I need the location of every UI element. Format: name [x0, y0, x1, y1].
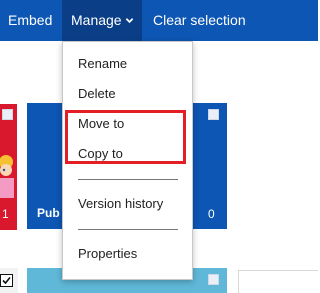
tile-empty[interactable] [238, 270, 318, 293]
manage-button[interactable]: Manage [62, 0, 142, 41]
character-thumbnail [0, 155, 14, 198]
menu-item-properties[interactable]: Properties [78, 244, 137, 264]
tile-label: Pub [37, 206, 60, 220]
checkmark-icon [2, 276, 11, 285]
tile-count: 1 [2, 207, 9, 221]
manage-label: Manage [71, 12, 122, 28]
menu-item-version-history[interactable]: Version history [78, 194, 163, 214]
menu-divider [78, 229, 178, 230]
highlight-box [65, 110, 186, 164]
tile-checkbox[interactable] [2, 109, 13, 120]
embed-button[interactable]: Embed [8, 0, 52, 41]
tile-count: 0 [208, 207, 215, 221]
command-bar: Embed Manage Clear selection [0, 0, 318, 41]
chevron-down-icon [125, 17, 133, 23]
tile-checkbox[interactable] [208, 274, 219, 285]
menu-item-delete[interactable]: Delete [78, 84, 116, 104]
clear-selection-button[interactable]: Clear selection [153, 0, 246, 41]
tile-checkbox[interactable] [208, 109, 219, 120]
menu-divider [78, 179, 178, 180]
tile-checkbox-checked[interactable] [0, 274, 13, 287]
menu-item-rename[interactable]: Rename [78, 54, 127, 74]
